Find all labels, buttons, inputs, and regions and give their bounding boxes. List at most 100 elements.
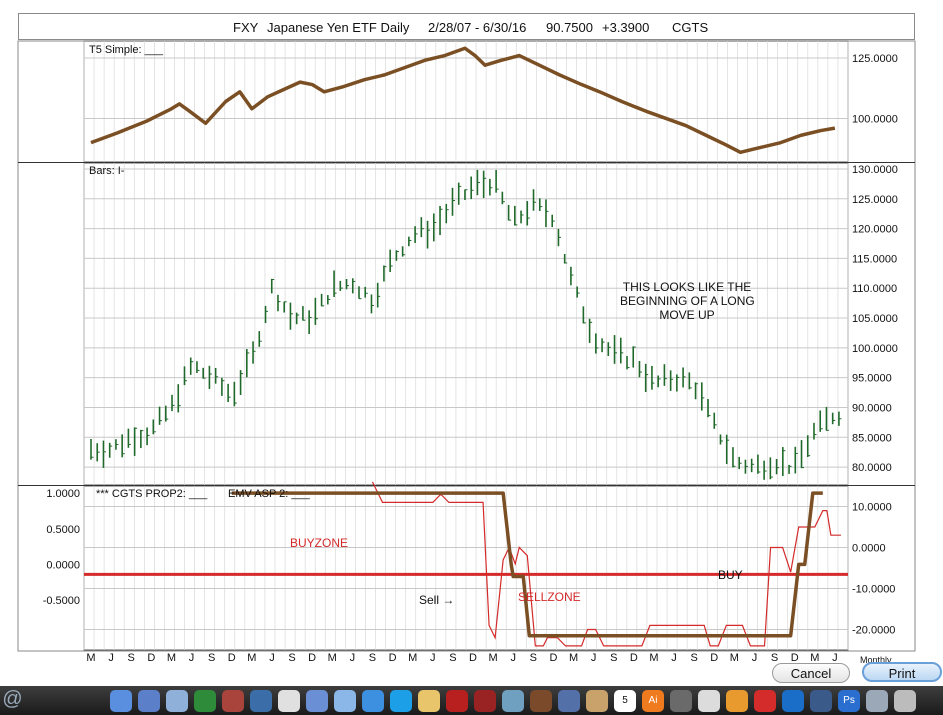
x-tick-label: J [591, 652, 597, 664]
osc-left-y-tick-label: 1.0000 [46, 488, 80, 500]
x-tick-label: M [86, 652, 95, 664]
x-tick-label: J [189, 652, 195, 664]
screenflow-icon[interactable] [810, 690, 832, 712]
illustrator-icon[interactable]: Ai [642, 690, 664, 712]
osc-left-y-tick-label: 0.0000 [46, 559, 80, 571]
top-y-tick-label: 125.0000 [852, 53, 898, 65]
top-y-tick-label: 100.0000 [852, 113, 898, 125]
chart-canvas: 125.0000 100.0000 130.0000 125.0000 120.0000… [17, 40, 916, 664]
x-tick-label: M [649, 652, 658, 664]
x-tick-label: S [610, 652, 617, 664]
print-button[interactable]: Print [862, 662, 942, 682]
teamviewer-icon[interactable] [782, 690, 804, 712]
cgts-prop2-label: *** CGTS PROP2: ___ [96, 488, 208, 500]
x-tick-label: S [369, 652, 376, 664]
acrobat-icon[interactable] [446, 690, 468, 712]
illustrator-label: Ai [648, 695, 658, 706]
chrome-icon[interactable] [278, 690, 300, 712]
x-tick-label: D [389, 652, 397, 664]
bars-y-tick-label: 90.0000 [852, 402, 892, 414]
launchpad-icon[interactable] [866, 690, 888, 712]
x-tick-label: J [752, 652, 758, 664]
bars-y-tick-label: 105.0000 [852, 313, 898, 325]
instruments-icon[interactable] [670, 690, 692, 712]
osc-right-y-tick-label: 0.0000 [852, 543, 886, 555]
bars-y-tick-label: 95.0000 [852, 373, 892, 385]
finder-icon[interactable] [110, 690, 132, 712]
sell-label: Sell → [419, 593, 454, 607]
bars-y-tick-label: 80.0000 [852, 462, 892, 474]
pages-icon[interactable] [726, 690, 748, 712]
x-tick-label: M [408, 652, 417, 664]
x-tick-label: J [269, 652, 275, 664]
x-tick-label: D [469, 652, 477, 664]
mid-panel-label: Bars: I- [89, 165, 125, 177]
x-tick-label: D [228, 652, 236, 664]
osc-right-y-tick-label: 10.0000 [852, 502, 892, 514]
excel-icon[interactable] [194, 690, 216, 712]
x-tick-label: D [710, 652, 718, 664]
record-icon[interactable] [474, 690, 496, 712]
x-tick-label: D [549, 652, 557, 664]
mail-icon[interactable] [306, 690, 328, 712]
x-tick-label: S [128, 652, 135, 664]
note-text: THIS LOOKS LIKE THE BEGINNING OF A LONG … [620, 280, 755, 322]
x-tick-label: S [288, 652, 295, 664]
x-tick-label: D [308, 652, 316, 664]
x-tick-label: S [771, 652, 778, 664]
timemachine-icon[interactable] [502, 690, 524, 712]
buy-label: BUY [718, 568, 743, 582]
x-tick-label: J [671, 652, 677, 664]
photos-icon[interactable] [418, 690, 440, 712]
x-tick-label: M [247, 652, 256, 664]
x-tick-label: M [569, 652, 578, 664]
osc-right-y-tick-label: -10.0000 [852, 584, 895, 596]
safari-icon[interactable] [250, 690, 272, 712]
x-tick-label: S [208, 652, 215, 664]
bars-y-tick-label: 130.0000 [852, 164, 898, 176]
sell-text: Sell [419, 593, 440, 607]
x-tick-label: J [108, 652, 114, 664]
x-tick-label: J [350, 652, 356, 664]
photoshop-icon[interactable]: Ps [838, 690, 860, 712]
x-tick-label: M [167, 652, 176, 664]
chart-window: FXY Japanese Yen ETF Daily 2/28/07 - 6/3… [0, 0, 943, 715]
x-tick-label: J [510, 652, 516, 664]
x-tick-label: D [147, 652, 155, 664]
bars-y-tick-label: 85.0000 [852, 432, 892, 444]
photobooth-icon[interactable] [530, 690, 552, 712]
textedit-icon[interactable] [698, 690, 720, 712]
x-tick-label: S [449, 652, 456, 664]
sellzone-label: SELLZONE [518, 590, 581, 604]
skype-icon[interactable] [390, 690, 412, 712]
x-tick-label: M [730, 652, 739, 664]
dictionary-icon[interactable] [222, 690, 244, 712]
preview-icon[interactable] [166, 690, 188, 712]
appstore-icon[interactable] [362, 690, 384, 712]
osc-left-y-tick-label: -0.5000 [43, 595, 80, 607]
sell-arrow-icon: → [442, 593, 455, 607]
bars-y-tick-label: 100.0000 [852, 343, 898, 355]
contacts-icon[interactable] [586, 690, 608, 712]
dock: @ 5 Ai Ps [0, 686, 943, 715]
bars-y-tick-label: 115.0000 [852, 253, 897, 265]
opera-icon[interactable] [754, 690, 776, 712]
x-tick-label: S [690, 652, 697, 664]
x-tick-label: M [489, 652, 498, 664]
note-line-1: THIS LOOKS LIKE THE [622, 280, 752, 294]
itunes-icon[interactable] [334, 690, 356, 712]
x-tick-label: S [530, 652, 537, 664]
calendar-icon[interactable]: 5 [614, 690, 636, 712]
osc-right-y-tick-label: -20.0000 [852, 625, 895, 637]
note-line-3: MOVE UP [659, 308, 715, 322]
osc-left-y-tick-label: 0.5000 [46, 524, 80, 536]
cancel-button[interactable]: Cancel [772, 663, 850, 683]
x-tick-label: D [630, 652, 638, 664]
emv-asp2-label: EMV ASP 2: ___ [228, 488, 310, 500]
trash-icon[interactable] [894, 690, 916, 712]
xcode-icon[interactable] [558, 690, 580, 712]
bars-y-tick-label: 110.0000 [852, 283, 897, 295]
app-icon[interactable] [138, 690, 160, 712]
top-panel-label: T5 Simple: ___ [89, 44, 163, 56]
bars-y-tick-label: 125.0000 [852, 194, 898, 206]
